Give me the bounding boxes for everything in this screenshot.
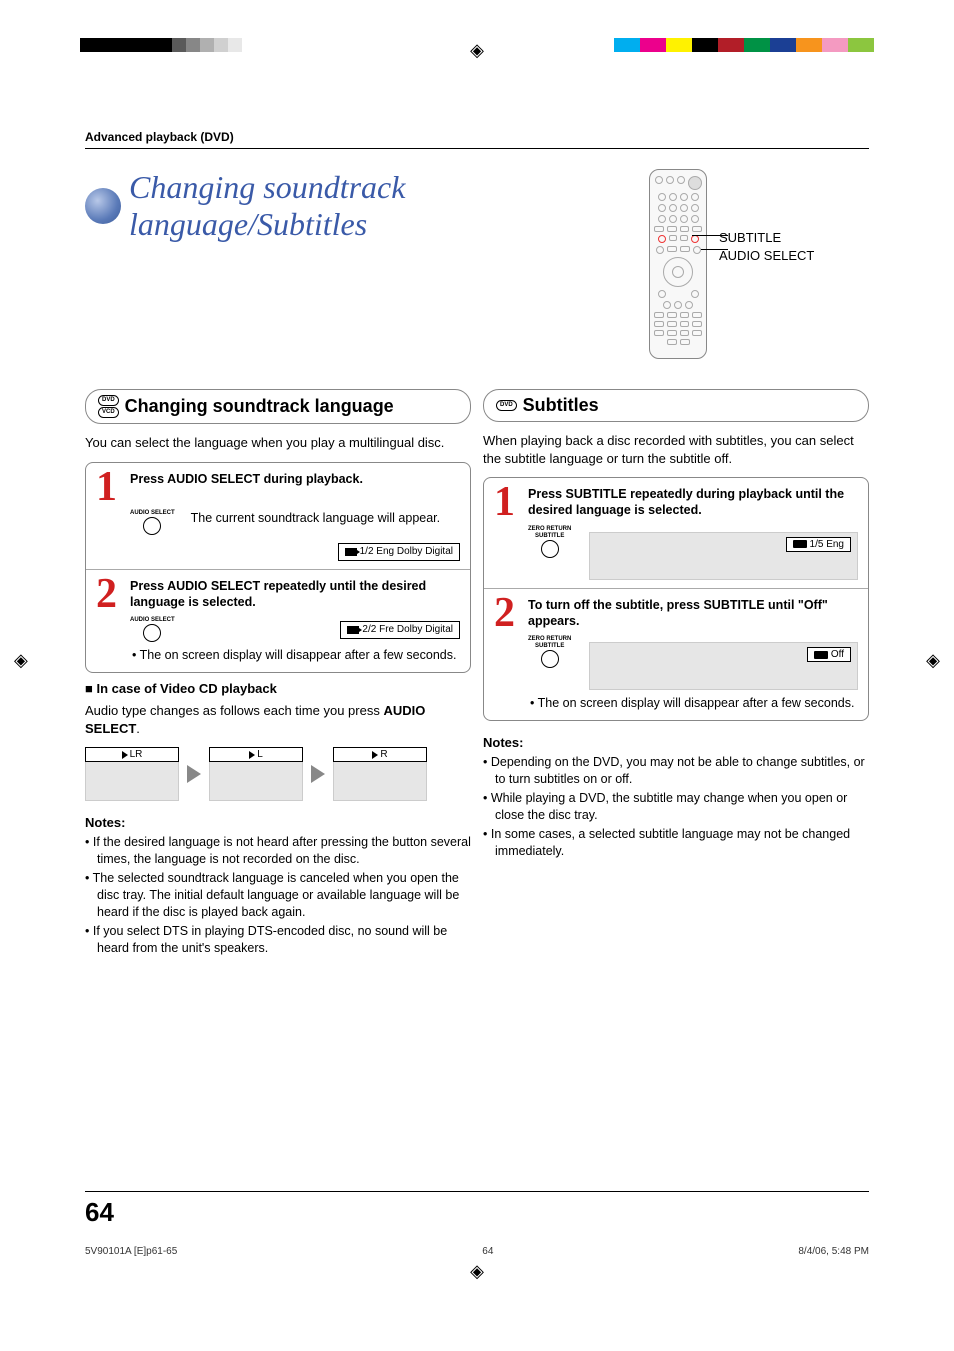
color-bars-left	[80, 38, 242, 52]
registration-mark-left: ◈	[14, 650, 28, 671]
arrow-right-icon	[311, 765, 325, 783]
heading-subtitles: DVD Subtitles	[483, 389, 869, 422]
note-item: Depending on the DVD, you may not be abl…	[483, 754, 869, 788]
note-item: While playing a DVD, the subtitle may ch…	[483, 790, 869, 824]
remote-outline	[649, 169, 707, 359]
notes-list-right: Depending on the DVD, you may not be abl…	[483, 754, 869, 859]
note-item: If you select DTS in playing DTS-encoded…	[85, 923, 471, 957]
step-num-2: 2	[96, 578, 124, 612]
osd-subtitle-off: Off	[807, 647, 851, 662]
left-steps-box: 1 Press AUDIO SELECT during playback. AU…	[85, 462, 471, 674]
vcd-diagram: LR L R	[85, 747, 471, 801]
step1-title-right: Press SUBTITLE repeatedly during playbac…	[528, 486, 858, 520]
screen-preview-2: Off	[589, 642, 858, 690]
registration-mark-right: ◈	[926, 650, 940, 671]
heading-text-right: Subtitles	[523, 395, 599, 416]
heading-text-left: Changing soundtrack language	[125, 396, 394, 417]
audio-select-button-icon: AUDIO SELECT	[130, 510, 175, 535]
subtitle-icon	[814, 651, 828, 659]
print-marks-top: ◈	[0, 30, 954, 90]
footer-meta: 5V90101A [E]p61-65 64 8/4/06, 5:48 PM	[0, 1246, 954, 1257]
step2-title-left: Press AUDIO SELECT repeatedly until the …	[130, 578, 460, 612]
osd-display-1: 1/2 Eng Dolby Digital	[338, 543, 460, 561]
vcd-box-r: R	[333, 747, 427, 801]
footer-center: 64	[482, 1246, 493, 1257]
osd-subtitle-1: 1/5 Eng	[786, 537, 851, 552]
screen-preview-1: 1/5 Eng	[589, 532, 858, 580]
audio-icon	[345, 548, 357, 556]
step2-note-left: The on screen display will disappear aft…	[96, 648, 460, 662]
section-label: Advanced playback (DVD)	[85, 130, 869, 149]
footer-date: 8/4/06, 5:48 PM	[798, 1246, 869, 1257]
vcd-box-l: L	[209, 747, 303, 801]
left-column: DVD VCD Changing soundtrack language You…	[85, 389, 471, 959]
registration-mark-top: ◈	[470, 40, 484, 61]
notes-title-right: Notes:	[483, 735, 869, 750]
vcd-intro: Audio type changes as follows each time …	[85, 702, 471, 737]
notes-list-left: If the desired language is not heard aft…	[85, 834, 471, 956]
vcd-box-lr: LR	[85, 747, 179, 801]
step2-title-right: To turn off the subtitle, press SUBTITLE…	[528, 597, 858, 631]
left-intro: You can select the language when you pla…	[85, 434, 471, 452]
page-title: Changing soundtrack language/Subtitles	[85, 169, 649, 243]
audio-icon	[347, 626, 359, 634]
page-title-text: Changing soundtrack language/Subtitles	[129, 169, 649, 243]
remote-label-audio-select: AUDIO SELECT	[719, 247, 814, 265]
vcd-heading: In case of Video CD playback	[85, 681, 471, 696]
subtitle-button-icon: ZERO RETURN SUBTITLE	[528, 526, 571, 558]
right-column: DVD Subtitles When playing back a disc r…	[483, 389, 869, 959]
arrow-right-icon	[187, 765, 201, 783]
note-item: The selected soundtrack language is canc…	[85, 870, 471, 921]
audio-select-button-icon-2: AUDIO SELECT	[130, 617, 175, 642]
note-item: In some cases, a selected subtitle langu…	[483, 826, 869, 860]
step-num-2-right: 2	[494, 597, 522, 631]
subtitle-button-icon-2: ZERO RETURN SUBTITLE	[528, 636, 571, 668]
title-bullet-icon	[85, 188, 121, 224]
disc-badge-dvd-vcd: DVD VCD	[98, 395, 119, 418]
right-steps-box: 1 Press SUBTITLE repeatedly during playb…	[483, 477, 869, 721]
step2-note-right: The on screen display will disappear aft…	[494, 696, 858, 710]
page-num-rule	[85, 1191, 869, 1192]
remote-label-subtitle: SUBTITLE	[719, 229, 814, 247]
remote-diagram: SUBTITLE AUDIO SELECT	[649, 169, 869, 369]
step1-body-left: The current soundtrack language will app…	[191, 510, 440, 527]
subtitle-icon	[793, 540, 807, 548]
disc-badge-dvd: DVD	[496, 400, 517, 411]
note-item: If the desired language is not heard aft…	[85, 834, 471, 868]
heading-changing-soundtrack: DVD VCD Changing soundtrack language	[85, 389, 471, 424]
step-num-1-right: 1	[494, 486, 522, 520]
registration-mark-bottom: ◈	[0, 1261, 954, 1282]
footer-file: 5V90101A [E]p61-65	[85, 1246, 177, 1257]
step1-title-left: Press AUDIO SELECT during playback.	[130, 471, 363, 505]
osd-display-2: 2/2 Fre Dolby Digital	[340, 621, 460, 639]
page-number: 64	[85, 1197, 114, 1228]
step-num-1: 1	[96, 471, 124, 505]
color-bars-right	[614, 38, 874, 52]
right-intro: When playing back a disc recorded with s…	[483, 432, 869, 467]
notes-title-left: Notes:	[85, 815, 471, 830]
